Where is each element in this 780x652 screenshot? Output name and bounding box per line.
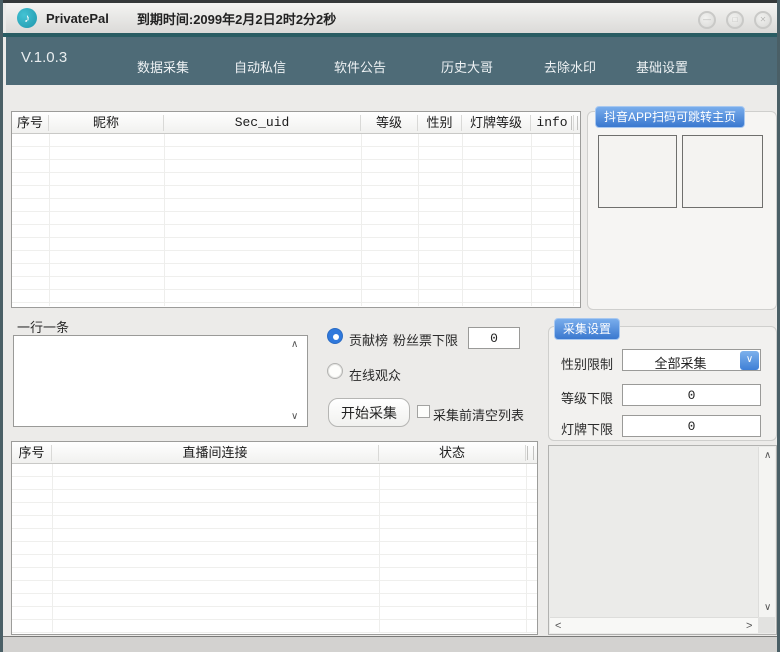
qr-box-1	[598, 135, 677, 208]
qr-panel-title: 抖音APP扫码可跳转主页	[595, 106, 745, 128]
scroll-left-icon[interactable]: <	[555, 621, 561, 631]
radio-contribution-label: 贡献榜	[349, 330, 388, 349]
room-links-textarea[interactable]	[13, 335, 308, 427]
column-divider	[462, 134, 463, 306]
start-collect-button[interactable]: 开始采集	[328, 398, 410, 427]
scroll-right-icon[interactable]: >	[746, 621, 752, 631]
column-divider	[379, 464, 380, 633]
user-table-header: 序号 昵称 Sec_uid 等级 性别 灯牌等级 info	[12, 112, 580, 134]
header-cell-info[interactable]: info	[531, 115, 574, 131]
app-logo-music-note-icon: ♪	[17, 8, 37, 28]
header-cell-gender[interactable]: 性别	[418, 115, 462, 131]
close-icon: ✕	[760, 15, 767, 24]
nav-item-watermark[interactable]: 去除水印	[530, 57, 610, 76]
header-cell-lamp[interactable]: 灯牌等级	[462, 115, 531, 131]
column-resize-marks[interactable]	[527, 446, 534, 460]
room-table-body[interactable]	[12, 464, 537, 634]
settings-panel-title: 采集设置	[554, 318, 620, 340]
nav-item-auto-dm[interactable]: 自动私信	[220, 57, 300, 76]
app-title: PrivatePal	[46, 11, 109, 26]
column-divider	[164, 134, 165, 306]
level-min-input[interactable]	[622, 384, 761, 406]
scroll-down-icon[interactable]: ∨	[291, 412, 298, 422]
chevron-down-icon[interactable]: ∨	[740, 351, 759, 370]
fans-min-input[interactable]	[468, 327, 520, 349]
nav-item-data-collect[interactable]: 数据采集	[123, 57, 203, 76]
column-resize-marks[interactable]	[571, 116, 578, 130]
column-divider	[418, 134, 419, 306]
lamp-min-input[interactable]	[622, 415, 761, 437]
column-divider	[531, 134, 532, 306]
header-cell-room-link[interactable]: 直播间连接	[52, 445, 379, 461]
room-table: 序号 直播间连接 状态	[11, 441, 538, 635]
scroll-down-icon[interactable]: ∨	[764, 603, 771, 613]
app-window: ♪ PrivatePal 到期时间:2099年2月2日2时2分2秒 — □ ✕ …	[0, 0, 780, 652]
room-table-header: 序号 直播间连接 状态	[12, 442, 537, 464]
expiry-time-label: 到期时间:2099年2月2日2时2分2秒	[137, 9, 336, 28]
header-cell-nickname[interactable]: 昵称	[49, 115, 164, 131]
radio-contribution-board[interactable]	[327, 328, 343, 344]
user-table-body[interactable]	[12, 134, 580, 307]
header-cell-index[interactable]: 序号	[12, 445, 52, 461]
line-hint-label: 一行一条	[17, 317, 69, 336]
close-button[interactable]: ✕	[754, 11, 772, 29]
column-divider	[526, 464, 527, 633]
radio-online-viewers[interactable]	[327, 363, 343, 379]
header-cell-secuid[interactable]: Sec_uid	[164, 115, 361, 131]
column-divider	[361, 134, 362, 306]
lamp-min-label: 灯牌下限	[561, 419, 613, 438]
vertical-scrollbar[interactable]: ∧ ∨	[758, 447, 775, 618]
qr-panel	[587, 111, 777, 310]
fans-min-label: 粉丝票下限	[393, 330, 458, 349]
scroll-up-icon[interactable]: ∧	[764, 451, 771, 461]
nav-item-history[interactable]: 历史大哥	[427, 57, 507, 76]
gender-limit-label: 性别限制	[561, 354, 613, 373]
column-divider	[573, 134, 574, 306]
horizontal-scrollbar[interactable]: < >	[550, 617, 760, 633]
gender-select[interactable]: 全部采集 ∨	[622, 349, 761, 371]
maximize-icon: □	[733, 15, 738, 24]
result-listbox[interactable]: ∧ ∨ < >	[548, 445, 777, 635]
clear-before-label: 采集前清空列表	[433, 405, 524, 424]
level-min-label: 等级下限	[561, 388, 613, 407]
nav-item-announcement[interactable]: 软件公告	[320, 57, 400, 76]
gender-select-value: 全部采集	[623, 353, 738, 372]
scrollbar-corner	[758, 617, 775, 633]
column-divider	[49, 134, 50, 306]
header-cell-level[interactable]: 等级	[361, 115, 418, 131]
clear-before-checkbox[interactable]	[417, 405, 430, 418]
nav-item-settings[interactable]: 基础设置	[622, 57, 702, 76]
radio-online-label: 在线观众	[349, 365, 401, 384]
minimize-icon: —	[703, 15, 711, 24]
qr-box-2	[682, 135, 763, 208]
scroll-up-icon[interactable]: ∧	[291, 340, 298, 350]
column-divider	[52, 464, 53, 633]
minimize-button[interactable]: —	[698, 11, 716, 29]
header-cell-index[interactable]: 序号	[12, 115, 49, 131]
user-table: 序号 昵称 Sec_uid 等级 性别 灯牌等级 info	[11, 111, 581, 308]
titlebar[interactable]: ♪ PrivatePal 到期时间:2099年2月2日2时2分2秒 — □ ✕	[6, 3, 780, 33]
window-bottom-border	[3, 637, 780, 652]
header-cell-status[interactable]: 状态	[379, 445, 526, 461]
version-label: V.1.0.3	[21, 49, 67, 66]
maximize-button[interactable]: □	[726, 11, 744, 29]
